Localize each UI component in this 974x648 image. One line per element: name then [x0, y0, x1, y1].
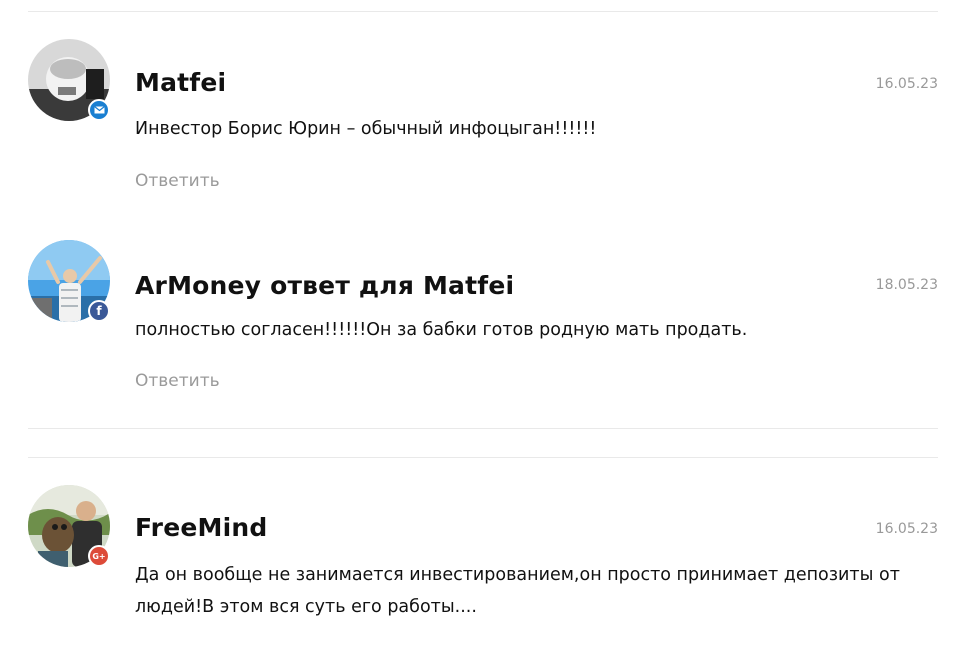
comment-date: 18.05.23 [875, 277, 938, 293]
facebook-icon: f [88, 300, 110, 322]
comment-date: 16.05.23 [875, 76, 938, 92]
top-divider [28, 11, 938, 12]
comment-author[interactable]: FreeMind [135, 513, 267, 542]
reply-button[interactable]: Ответить [135, 371, 220, 391]
comment-text: Инвестор Борис Юрин – обычный инфоцыган!… [135, 119, 597, 139]
divider [28, 457, 938, 458]
comment-text: Да он вообще не занимается инвестировани… [135, 565, 900, 617]
google-plus-icon: G+ [88, 545, 110, 567]
comment-author[interactable]: ArMoney ответ для Matfei [135, 271, 514, 300]
reply-button[interactable]: Ответить [135, 171, 220, 191]
comment-date: 16.05.23 [875, 521, 938, 537]
email-icon [88, 99, 110, 121]
comment-text: полностью согласен!!!!!!Он за бабки гото… [135, 320, 748, 340]
comment-item: f ArMoney ответ для Matfei 18.05.23 полн… [28, 240, 938, 410]
comment-author[interactable]: Matfei [135, 68, 226, 97]
comment-item: Matfei 16.05.23 Инвестор Борис Юрин – об… [28, 39, 938, 209]
divider [28, 428, 938, 429]
comment-item: G+ FreeMind 16.05.23 Да он вообще не зан… [28, 485, 938, 648]
